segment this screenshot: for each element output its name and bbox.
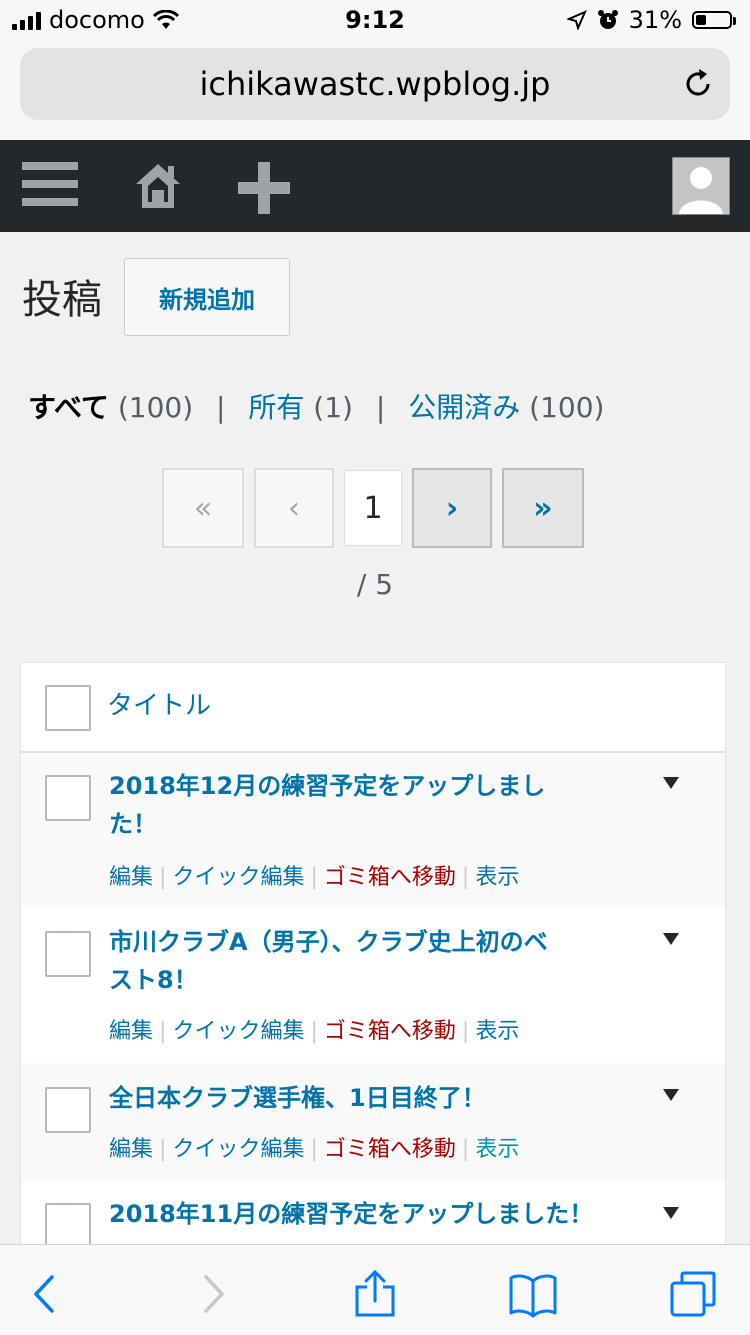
column-title-link[interactable]: タイトル [107, 685, 211, 722]
toggle-row-icon[interactable] [663, 1207, 679, 1219]
post-title-link[interactable]: 2018年12月の練習予定をアップしまし た！ [109, 767, 599, 843]
post-title-link[interactable]: 2018年11月の練習予定をアップしました！ [109, 1195, 649, 1233]
back-icon[interactable] [22, 1269, 72, 1319]
filter-mine-link[interactable]: 所有 [248, 391, 304, 424]
quick-edit-link[interactable]: クイック編集 [172, 865, 304, 890]
page-title: 投稿 [22, 277, 102, 323]
url-text[interactable]: ichikawastc.wpblog.jp [20, 48, 730, 120]
menu-icon[interactable] [22, 162, 78, 212]
trash-link[interactable]: ゴミ箱へ移動 [324, 1137, 456, 1162]
edit-link[interactable]: 編集 [109, 865, 153, 890]
current-page-input[interactable]: 1 [344, 470, 402, 546]
status-right: 31% [566, 6, 736, 34]
location-arrow-icon [566, 10, 587, 30]
bookmarks-icon[interactable] [508, 1269, 558, 1319]
last-page-button[interactable]: » [502, 468, 584, 548]
filter-all-count: (100) [117, 391, 194, 424]
trash-link[interactable]: ゴミ箱へ移動 [324, 1019, 456, 1044]
status-filters: すべて (100) | 所有 (1) | 公開済み (100) [28, 388, 604, 428]
edit-link[interactable]: 編集 [109, 1137, 153, 1162]
post-title-link[interactable]: 市川クラブA（男子）、クラブ史上初のベ スト8！ [109, 923, 599, 999]
row-actions: 編集 | クイック編集 | ゴミ箱へ移動 | 表示 [109, 865, 520, 890]
alarm-icon [597, 10, 618, 29]
view-link[interactable]: 表示 [475, 1019, 519, 1044]
posts-table: タイトル 2018年12月の練習予定をアップしまし た！ 編集 | クイック編集 | ゴ… [20, 662, 726, 1282]
row-checkbox[interactable] [45, 931, 91, 977]
quick-edit-link[interactable]: クイック編集 [172, 1137, 304, 1162]
battery-icon [692, 11, 736, 29]
first-page-button: « [162, 468, 244, 548]
next-page-button[interactable]: › [412, 468, 492, 548]
table-header: タイトル [21, 663, 725, 753]
browser-address-area: ichikawastc.wpblog.jp [0, 40, 750, 140]
table-row: 全日本クラブ選手権、1日目終了！ 編集 | クイック編集 | ゴミ箱へ移動 | 表示 [21, 1063, 725, 1181]
add-new-button[interactable]: 新規追加 [124, 258, 290, 336]
filter-separator: | [375, 391, 386, 424]
toggle-row-icon[interactable] [663, 933, 679, 945]
filter-mine-count: (1) [313, 391, 353, 424]
row-checkbox[interactable] [45, 1203, 91, 1249]
view-link[interactable]: 表示 [475, 865, 519, 890]
view-link[interactable]: 表示 [475, 1137, 519, 1162]
forward-icon [204, 1275, 224, 1313]
total-pages: / 5 [356, 568, 394, 601]
table-row: 市川クラブA（男子）、クラブ史上初のベ スト8！ 編集 | クイック編集 | ゴミ箱へ移… [21, 907, 725, 1063]
share-icon[interactable] [350, 1269, 400, 1319]
row-checkbox[interactable] [45, 775, 91, 821]
prev-page-button: ‹ [254, 468, 334, 548]
edit-link[interactable]: 編集 [109, 1019, 153, 1044]
row-actions: 編集 | クイック編集 | ゴミ箱へ移動 | 表示 [109, 1019, 520, 1044]
toggle-row-icon[interactable] [663, 777, 679, 789]
reload-icon[interactable] [680, 66, 716, 102]
table-row: 2018年12月の練習予定をアップしまし た！ 編集 | クイック編集 | ゴミ箱へ移動… [21, 753, 725, 907]
toggle-row-icon[interactable] [663, 1089, 679, 1101]
row-checkbox[interactable] [45, 1087, 91, 1133]
filter-all-label[interactable]: すべて [28, 391, 109, 424]
trash-link[interactable]: ゴミ箱へ移動 [324, 865, 456, 890]
row-actions: 編集 | クイック編集 | ゴミ箱へ移動 | 表示 [109, 1137, 520, 1162]
address-bar[interactable]: ichikawastc.wpblog.jp [20, 48, 730, 120]
browser-toolbar [0, 1244, 750, 1335]
status-bar: docomo 9:12 31% [0, 0, 750, 40]
wp-admin-bar [0, 140, 750, 232]
filter-published-link[interactable]: 公開済み [408, 391, 520, 424]
select-all-checkbox[interactable] [45, 685, 91, 731]
quick-edit-link[interactable]: クイック編集 [172, 1019, 304, 1044]
filter-separator: | [216, 391, 226, 424]
filter-published-count: (100) [529, 391, 605, 424]
home-icon[interactable] [132, 160, 184, 212]
plus-icon[interactable] [236, 160, 292, 216]
battery-percent: 31% [628, 6, 682, 34]
post-title-link[interactable]: 全日本クラブ選手権、1日目終了！ [109, 1079, 599, 1117]
user-avatar-icon[interactable] [672, 157, 730, 215]
tabs-icon[interactable] [668, 1269, 718, 1319]
